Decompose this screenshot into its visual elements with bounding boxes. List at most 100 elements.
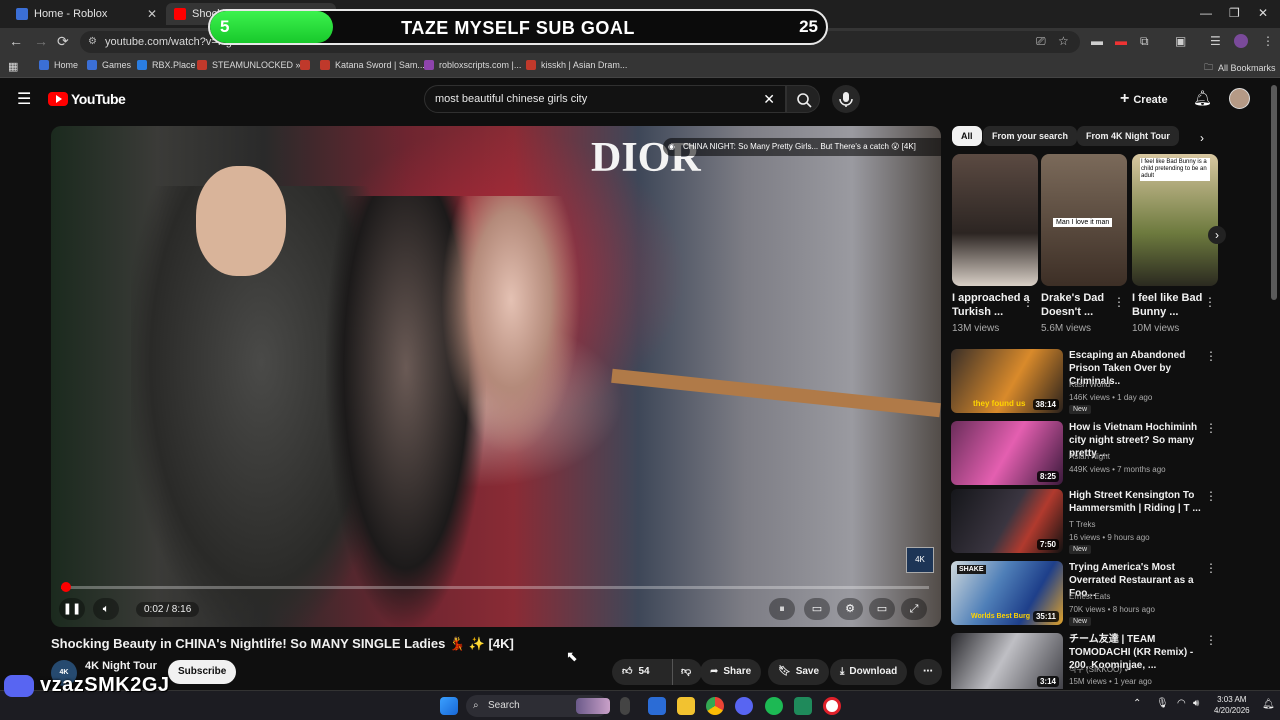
bookmark-star-icon[interactable]: ☆ xyxy=(1058,34,1069,48)
bookmark-robloxscripts[interactable]: robloxscripts.com |... xyxy=(424,60,521,70)
autoplay-toggle[interactable]: ⏸ xyxy=(769,598,795,620)
rec-menu-icon[interactable]: ⋮ xyxy=(1205,349,1217,363)
save-button[interactable]: 🔖︎ Save xyxy=(768,659,830,685)
wifi-icon[interactable]: ◠ xyxy=(1177,698,1186,709)
recommended-video[interactable]: 8:25 How is Vietnam Hochiminh city night… xyxy=(951,421,1221,487)
short-title[interactable]: Drake's Dad Doesn't ... xyxy=(1041,291,1121,319)
short-thumbnail[interactable]: Man I love it man xyxy=(1041,154,1127,286)
spotify-icon[interactable] xyxy=(765,697,783,715)
tab-home-roblox[interactable]: Home - Roblox ✕ xyxy=(8,3,163,25)
short-menu-icon[interactable]: ⋮ xyxy=(1204,295,1216,309)
bookmark-unnamed[interactable] xyxy=(300,60,315,70)
notification-icon[interactable]: 🔔︎ xyxy=(1262,699,1275,710)
taskbar-clock[interactable]: 3:03 AM 4/20/2026 xyxy=(1214,694,1250,716)
volume-button[interactable]: 🔈︎ xyxy=(93,598,119,620)
extension-icon[interactable]: ▬ xyxy=(1091,34,1103,48)
bookmark-kisskh[interactable]: kisskh | Asian Dram... xyxy=(526,60,627,70)
bookmark-rbxplace[interactable]: RBX.Place xyxy=(137,60,196,70)
hamburger-menu-icon[interactable]: ☰ xyxy=(17,89,31,109)
subscribe-button[interactable]: Subscribe xyxy=(168,660,237,684)
youtube-logo[interactable]: YouTube xyxy=(48,91,126,107)
short-menu-icon[interactable]: ⋮ xyxy=(1022,295,1034,309)
chevron-right-icon[interactable]: › xyxy=(1200,131,1204,145)
profile-icon[interactable] xyxy=(1234,34,1248,48)
file-explorer-icon[interactable] xyxy=(677,697,695,715)
video-progress-bar[interactable] xyxy=(61,582,929,592)
rec-menu-icon[interactable]: ⋮ xyxy=(1205,633,1217,647)
apps-grid-icon[interactable]: ▦ xyxy=(8,60,18,73)
settings-button[interactable]: ⚙ xyxy=(837,598,863,620)
back-icon[interactable]: ← xyxy=(9,33,23,49)
rec-menu-icon[interactable]: ⋮ xyxy=(1205,489,1217,503)
maximize-icon[interactable]: ❐ xyxy=(1229,6,1240,20)
pause-button[interactable]: ❚❚ xyxy=(59,598,85,620)
recommended-video[interactable]: 3:14 チーム友達 | TEAM TOMODACHI (KR Remix) -… xyxy=(951,633,1221,689)
shorts-next-button[interactable]: › xyxy=(1208,226,1226,244)
bookmark-home[interactable]: Home xyxy=(39,60,78,70)
voice-search-button[interactable] xyxy=(832,85,860,113)
fullscreen-button[interactable]: ⤢ xyxy=(901,598,927,620)
minimize-icon[interactable]: — xyxy=(1200,6,1212,20)
short-title[interactable]: I approached a Turkish ... xyxy=(952,291,1032,319)
task-view-icon[interactable] xyxy=(620,697,630,715)
bookmark-katana[interactable]: Katana Sword | Sam... xyxy=(320,60,425,70)
opera-icon[interactable] xyxy=(823,697,841,715)
search-input[interactable]: most beautiful chinese girls city ✕ xyxy=(424,85,786,113)
extensions-puzzle-icon[interactable]: ⧉ xyxy=(1140,34,1149,49)
video-player[interactable]: DIOR ◉ CHINA NIGHT: So Many Pretty Girls… xyxy=(51,126,941,627)
app-icon[interactable] xyxy=(794,697,812,715)
tray-chevron-up-icon[interactable]: ⌃ xyxy=(1133,698,1141,709)
cast-icon[interactable]: ⎚ xyxy=(1036,34,1046,49)
rec-channel: Asian Night xyxy=(1069,452,1110,461)
channel-watermark[interactable]: 4K xyxy=(906,547,934,573)
microphone-icon[interactable]: 🎙︎ xyxy=(1156,698,1169,709)
channel-name[interactable]: 4K Night Tour xyxy=(85,660,157,672)
forward-icon[interactable]: → xyxy=(34,33,48,49)
rec-menu-icon[interactable]: ⋮ xyxy=(1205,421,1217,435)
windows-start-icon[interactable] xyxy=(440,697,458,715)
clear-search-icon[interactable]: ✕ xyxy=(763,86,775,113)
recommended-video[interactable]: 7:50 High Street Kensington To Hammersmi… xyxy=(951,489,1221,555)
chip-from-channel[interactable]: From 4K Night Tour xyxy=(1077,126,1179,146)
rec-menu-icon[interactable]: ⋮ xyxy=(1205,561,1217,575)
create-button[interactable]: + Create xyxy=(1120,90,1168,108)
share-button[interactable]: ➦ Share xyxy=(700,659,762,685)
site-info-icon[interactable]: ⚙ xyxy=(88,31,97,53)
discord-icon[interactable] xyxy=(735,697,753,715)
short-title[interactable]: I feel like Bad Bunny ... xyxy=(1132,291,1212,319)
chip-all[interactable]: All xyxy=(952,126,982,146)
taskbar-search[interactable]: ⌕ Search xyxy=(466,695,610,717)
widgets-icon[interactable] xyxy=(648,697,666,715)
bookmark-games[interactable]: Games xyxy=(87,60,131,70)
tab-search-icon[interactable]: ☰ xyxy=(1210,34,1221,48)
short-thumbnail[interactable] xyxy=(952,154,1038,286)
scrubber-handle[interactable] xyxy=(61,582,72,592)
dislike-button[interactable]: 👎︎ xyxy=(672,659,691,685)
subtitles-button[interactable]: ▭ xyxy=(804,598,830,620)
theater-mode-button[interactable]: ▭ xyxy=(869,598,895,620)
close-window-icon[interactable]: ✕ xyxy=(1258,6,1268,20)
recommended-video[interactable]: they found us 38:14 Escaping an Abandone… xyxy=(951,349,1221,415)
all-bookmarks[interactable]: 🗀 All Bookmarks xyxy=(1204,60,1276,76)
bookmark-steamunlocked[interactable]: STEAMUNLOCKED »... xyxy=(197,60,308,70)
short-thumbnail[interactable]: I feel like Bad Bunny is a child pretend… xyxy=(1132,154,1218,286)
close-tab-icon[interactable]: ✕ xyxy=(147,7,157,21)
sidepanel-icon[interactable]: ▣ xyxy=(1175,34,1186,48)
chrome-icon[interactable] xyxy=(706,697,724,715)
chip-from-your-search[interactable]: From your search xyxy=(983,126,1078,146)
taskbar-search-label: Search xyxy=(488,700,520,711)
volume-icon[interactable]: 🔊︎ xyxy=(1193,698,1199,709)
menu-kebab-icon[interactable]: ⋮ xyxy=(1262,34,1274,48)
shake-shack-logo-icon: SHAKE xyxy=(957,565,986,574)
like-button[interactable]: 👍︎ 54 xyxy=(622,666,650,677)
short-menu-icon[interactable]: ⋮ xyxy=(1113,295,1125,309)
notifications-bell-icon[interactable]: 🔔︎ xyxy=(1193,89,1212,107)
reload-icon[interactable]: ⟳ xyxy=(57,33,69,50)
extension-red-icon[interactable]: ▬ xyxy=(1115,34,1127,48)
page-scrollbar[interactable] xyxy=(1271,85,1277,300)
search-button[interactable] xyxy=(786,85,820,113)
more-actions-button[interactable]: ⋯ xyxy=(914,659,942,685)
download-button[interactable]: ⤓ Download xyxy=(830,659,908,685)
account-avatar[interactable] xyxy=(1229,88,1250,109)
recommended-video[interactable]: SHAKE Worlds Best Burg 35:11 Trying Amer… xyxy=(951,561,1221,627)
